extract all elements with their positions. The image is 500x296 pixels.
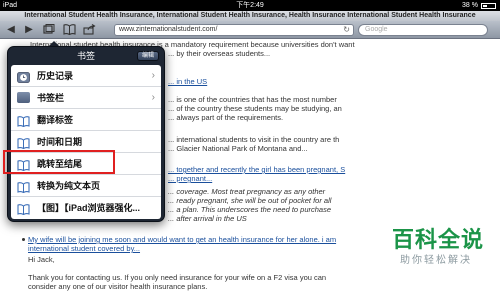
list-bullet [22, 238, 25, 241]
book-icon [17, 202, 30, 216]
page-text-line: consider any one of our visitor health i… [28, 282, 208, 291]
bookmark-label: 【图】【iPad浏览器强化... [37, 203, 141, 213]
article-link[interactable]: My wife will be joining me soon and woul… [28, 235, 336, 244]
url-text: www.zinternationalstudent.com/ [119, 26, 218, 33]
article-link[interactable]: ... in the US [168, 77, 207, 86]
page-text-line: Hi Jack, [28, 255, 55, 264]
edit-button[interactable]: 编辑 [136, 51, 159, 61]
battery-percent: 38 % [462, 2, 478, 9]
refresh-icon[interactable]: ↻ [343, 25, 350, 35]
chevron-right-icon: › [151, 70, 155, 81]
battery-icon [481, 3, 496, 9]
bookmark-label: 书签栏 [37, 93, 65, 103]
bookmark-label: 转换为纯文本页 [37, 181, 101, 191]
bookmark-item-translate[interactable]: 翻译标签 [11, 109, 161, 131]
page-title: International Student Health Insurance, … [0, 11, 500, 21]
page-text-line: ... always part of the requirements. [168, 113, 284, 122]
bookmark-label: 翻译标签 [37, 115, 74, 125]
page-text-line: ... after arrival in the US [168, 214, 247, 223]
clock-icon [17, 70, 30, 83]
watermark-subtitle: 助你轻松解决 [400, 255, 472, 266]
bookmark-label: 历史记录 [37, 71, 74, 81]
page-text-line: ... by their overseas students... [168, 49, 271, 58]
page-text-line: ... international students to visit in t… [168, 135, 340, 144]
article-link[interactable]: ... together and recently the girl has b… [168, 165, 345, 174]
watermark-title: 百科全说 [392, 227, 485, 252]
share-icon[interactable] [82, 24, 96, 36]
search-input[interactable]: Google [358, 24, 488, 36]
ipad-screen: iPad 下午2:49 38 % International Student H… [0, 0, 500, 296]
book-icon [17, 180, 30, 194]
bookmark-item-plain-text[interactable]: 转换为纯文本页 [11, 175, 161, 197]
highlight-box [3, 150, 115, 174]
folder-icon [17, 92, 30, 103]
page-text-line: ... is one of the countries that has the… [168, 95, 337, 104]
browser-toolbar: ◀ ▶ www.zinternationalstudent.com/ ↻ Goo… [0, 21, 500, 39]
page-text-line: ... of the country these students may be… [168, 104, 342, 113]
forward-icon[interactable]: ▶ [22, 24, 36, 36]
bookmarks-icon[interactable] [62, 24, 76, 36]
bookmark-item-bookmarks-bar[interactable]: 书签栏 › [11, 87, 161, 109]
page-text-line: ... coverage. Most treat pregnancy as an… [168, 187, 326, 196]
status-bar: iPad 下午2:49 38 % [0, 0, 500, 11]
bookmark-item-history[interactable]: 历史记录 › [11, 65, 161, 87]
book-icon [17, 114, 30, 128]
chevron-right-icon: › [151, 92, 155, 103]
bookmark-item-ipad-browser[interactable]: 【图】【iPad浏览器强化... [11, 197, 161, 219]
article-link[interactable]: international student covered by... [28, 244, 140, 253]
page-text-line: ... ready pregnant, she will be out of p… [168, 196, 332, 205]
tabs-icon[interactable] [42, 24, 56, 36]
page-text-line: ... a plan. This underscores the need to… [168, 205, 332, 214]
clock: 下午2:49 [236, 2, 264, 9]
bookmarks-popover: 书签 编辑 历史记录 › 书签栏 › 翻译标签 时间和日期 跳转至结尾 转换为纯… [7, 46, 165, 222]
book-icon [17, 136, 30, 150]
page-text-line: ... Glacier National Park of Montana and… [168, 144, 308, 153]
article-link[interactable]: ... pregnant... [168, 174, 212, 183]
bookmarks-list: 历史记录 › 书签栏 › 翻译标签 时间和日期 跳转至结尾 转换为纯文本页 【图… [11, 65, 161, 219]
back-icon[interactable]: ◀ [4, 24, 18, 36]
page-text-line: Thank you for contacting us. If you only… [28, 273, 327, 282]
address-bar[interactable]: www.zinternationalstudent.com/ ↻ [114, 24, 354, 36]
